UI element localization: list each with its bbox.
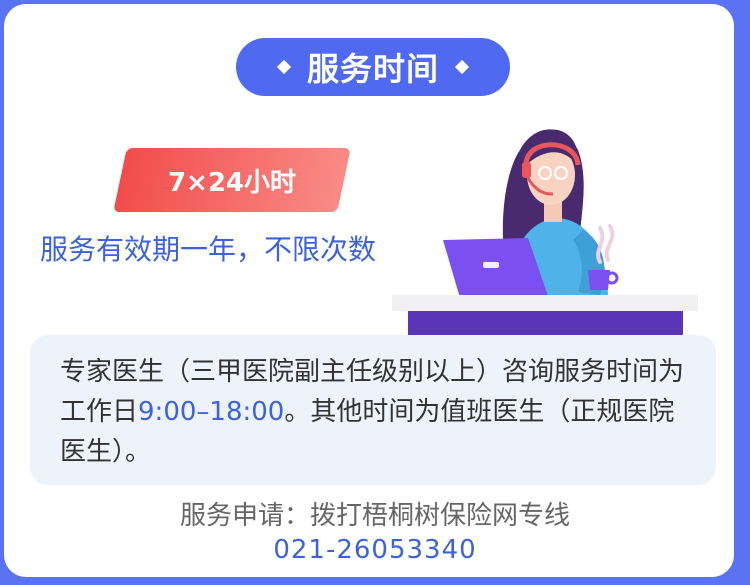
service-application-label: 服务申请：拨打梧桐树保险网专线: [179, 501, 570, 531]
service-hours-details: 专家医生（三甲医院副主任级别以上）咨询服务时间为工作日9:00–18:00。其他…: [60, 352, 700, 472]
customer-service-illustration: [392, 129, 698, 335]
hotline-phone-number[interactable]: 021-26053340: [0, 532, 750, 568]
validity-text: 服务有效期一年，不限次数: [40, 233, 377, 266]
section-title: 服务时间: [306, 50, 439, 88]
diamond-left-icon: [276, 59, 292, 75]
section-title-pill: 服务时间: [236, 38, 510, 96]
hours-tag-label: 7×24小时: [167, 167, 297, 198]
diamond-right-icon: [454, 59, 470, 75]
info-hours-highlight: 9:00–18:00: [138, 397, 285, 427]
